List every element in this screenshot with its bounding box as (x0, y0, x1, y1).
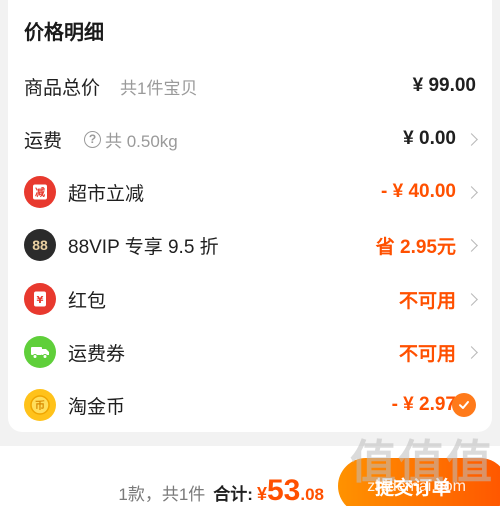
supermarket-discount-icon: 减 (24, 176, 56, 208)
total-decimal: .08 (300, 485, 324, 504)
shipping-weight[interactable]: ? 共 0.50kg (84, 127, 178, 152)
chevron-right-icon[interactable] (465, 345, 478, 359)
shipping-weight-text: 共 0.50kg (105, 131, 178, 151)
red-packet-label: 红包 (68, 290, 107, 312)
taojinbi-row[interactable]: 币 淘金币 - ¥ 2.97 (8, 378, 492, 432)
taojinbi-glyph: 币 (35, 400, 45, 412)
vip-discount-row[interactable]: 88 88VIP 专享 9.5 折 省 2.95元 (8, 218, 492, 272)
taojinbi-label: 淘金币 (68, 396, 126, 418)
shipping-coupon-label: 运费券 (68, 343, 126, 365)
chevron-right-icon[interactable] (465, 238, 478, 252)
taojinbi-value: - ¥ 2.97 (391, 394, 456, 415)
chevron-right-icon[interactable] (465, 185, 478, 199)
price-detail-title: 价格明细 (24, 22, 104, 44)
88vip-icon: 88 (24, 229, 56, 261)
total-integer: 53 (266, 474, 301, 506)
taojinbi-coin-icon: 币 (24, 389, 56, 421)
item-count: 1款，共1件 (118, 485, 206, 504)
total-label: 合计: (213, 485, 253, 504)
supermarket-discount-glyph: 减 (35, 186, 45, 199)
vip-discount-value: 省 2.95元 (375, 236, 456, 258)
red-packet-icon: ¥ (24, 283, 56, 315)
shipping-label: 运费 (24, 130, 63, 152)
currency-symbol: ¥ (256, 484, 267, 504)
vip-discount-label: 88VIP 专享 9.5 折 (68, 236, 219, 258)
shipping-coupon-icon (24, 336, 56, 368)
chevron-right-icon[interactable] (465, 292, 478, 306)
chevron-right-icon[interactable] (465, 132, 478, 146)
question-circle-icon[interactable]: ? (84, 130, 101, 148)
shipping-coupon-row[interactable]: 运费券 不可用 (8, 325, 492, 379)
supermarket-discount-value: - ¥ 40.00 (381, 181, 456, 202)
price-detail-card: 价格明细 商品总价 共1件宝贝 ¥ 99.00 运费 ? 共 0.50kg ¥ … (8, 0, 492, 432)
goods-total-row: 商品总价 共1件宝贝 ¥ 99.00 (8, 59, 492, 113)
check-circle-icon[interactable] (452, 393, 476, 417)
red-packet-glyph: ¥ (37, 295, 44, 306)
supermarket-discount-label: 超市立减 (68, 183, 145, 205)
goods-total-value: ¥ 99.00 (412, 75, 476, 96)
supermarket-discount-row[interactable]: 减 超市立减 - ¥ 40.00 (8, 165, 492, 219)
goods-count-text: 共1件宝贝 (120, 78, 198, 98)
shipping-row[interactable]: 运费 ? 共 0.50kg ¥ 0.00 (8, 112, 492, 166)
shipping-coupon-value: 不可用 (398, 343, 456, 365)
order-summary: 1款，共1件 合计: ¥ 53 .08 (118, 474, 324, 506)
goods-total-label: 商品总价 (24, 77, 101, 99)
red-packet-row[interactable]: ¥ 红包 不可用 (8, 272, 492, 326)
shipping-value: ¥ 0.00 (403, 128, 456, 149)
watermark-url: zhidemai.com (367, 478, 466, 495)
red-packet-value: 不可用 (398, 290, 456, 312)
